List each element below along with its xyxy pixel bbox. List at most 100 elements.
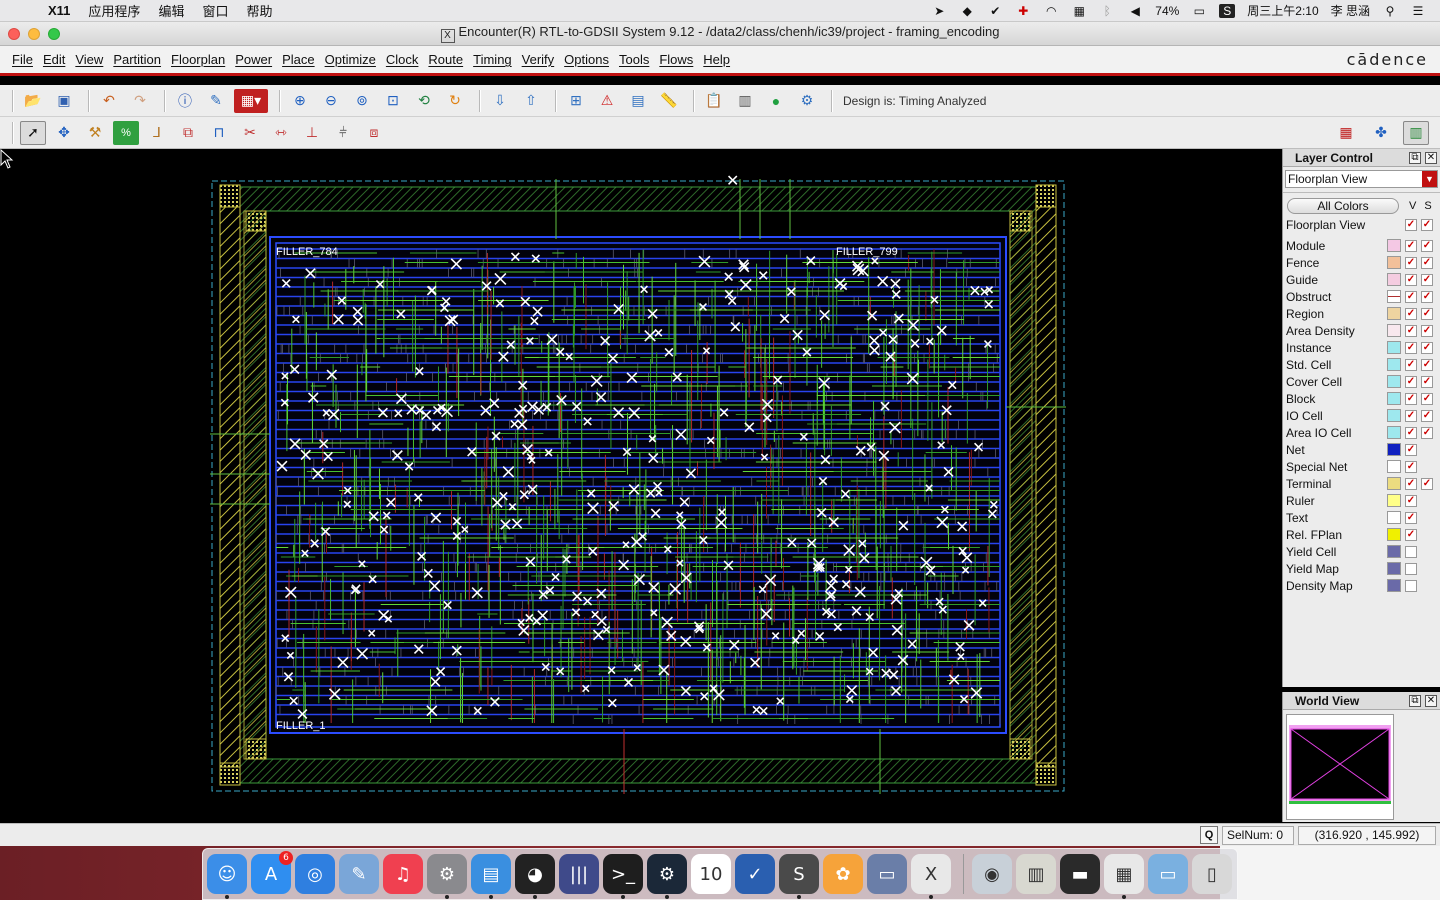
terminal-icon[interactable]: >_ [603,854,643,899]
hierarchy-up-icon[interactable]: ⇧ [518,89,544,113]
layer-row[interactable]: Ruler ✓ [1283,492,1440,509]
reminders-icon[interactable]: ✓ [735,854,775,894]
menu-options[interactable]: Options [564,52,609,67]
layer-row[interactable]: Obstruct ✓ ✓ [1283,288,1440,305]
layer-row[interactable]: Text ✓ [1283,509,1440,526]
undo-icon[interactable]: ↶ [96,89,122,113]
zoom-area-icon[interactable]: ⊚ [349,89,375,113]
layer-color-swatch[interactable] [1387,290,1401,303]
align-icon[interactable]: ⊓ [206,121,232,145]
redraw-icon[interactable]: ↻ [442,89,468,113]
layer-selectable-checkbox[interactable]: ✓ [1421,273,1433,286]
preview-icon[interactable]: ✎ [339,854,379,894]
layer-visible-checkbox[interactable]: ✓ [1405,409,1417,422]
layer-visible-checkbox[interactable]: ✓ [1405,341,1417,354]
redo-icon[interactable]: ↷ [127,89,153,113]
menu-applications[interactable]: 应用程序 [88,1,140,20]
layer-visible-checkbox[interactable]: ✓ [1405,256,1417,269]
system-preferences-icon[interactable]: ⚙ [427,854,467,899]
archive-icon[interactable]: ▥ [1016,854,1056,894]
layer-color-swatch[interactable] [1387,562,1401,575]
calendar-icon[interactable]: 10 [691,854,731,894]
close-icon[interactable]: ✕ [1425,151,1437,164]
layer-visible-checkbox[interactable]: ✓ [1405,426,1417,439]
activity-monitor-icon[interactable]: ▤ [471,854,511,899]
menu-edit[interactable]: Edit [43,52,65,67]
hierarchy-down-icon[interactable]: ⇩ [487,89,513,113]
layer-color-swatch[interactable] [1387,545,1401,558]
volume-icon[interactable]: ◀ [1127,4,1143,18]
menu-power[interactable]: Power [235,52,272,67]
menu-timing[interactable]: Timing [473,52,512,67]
menu-flows[interactable]: Flows [659,52,693,67]
clock[interactable]: 周三上午2:10 [1247,2,1318,19]
layer-visible-checkbox[interactable]: ✓ [1405,511,1417,524]
layer-color-swatch[interactable] [1387,256,1401,269]
finder-icon[interactable]: ☺ [207,854,247,899]
layer-visible-checkbox[interactable]: ✓ [1405,290,1417,303]
layer-visible-checkbox[interactable] [1405,545,1417,558]
chevron-down-icon[interactable]: ▼ [1422,171,1437,187]
save-icon[interactable]: ▣ [51,89,77,113]
menu-route[interactable]: Route [428,52,463,67]
layer-row[interactable]: Fence ✓ ✓ [1283,254,1440,271]
layer-selectable-checkbox[interactable]: ✓ [1421,307,1433,320]
layer-color-swatch[interactable] [1387,511,1401,524]
layer-selectable-checkbox[interactable]: ✓ [1421,341,1433,354]
layout-drawing[interactable]: ✕ FILLER_784 FILLER_799 FILLER_1 [0,149,1280,822]
app-store-icon[interactable]: A6 [251,851,293,894]
layout-view-icon[interactable]: ▤ [625,89,651,113]
info-icon[interactable]: ⓘ [172,89,198,113]
color-pick-icon[interactable]: ✎ [203,89,229,113]
layer-color-swatch[interactable] [1387,409,1401,422]
layout-canvas[interactable]: ✕ FILLER_784 FILLER_799 FILLER_1 [0,149,1280,822]
query-button[interactable]: Q [1200,826,1218,844]
photos-icon[interactable]: ✿ [823,854,863,894]
menu-edit-cn[interactable]: 编辑 [158,1,184,20]
layer-color-swatch[interactable] [1387,460,1401,473]
snap-icon[interactable]: ⫩ [330,121,356,145]
layer-selectable-checkbox[interactable]: ✓ [1421,218,1433,231]
layer-selectable-checkbox[interactable]: ✓ [1421,358,1433,371]
spacing-icon[interactable]: ⇿ [268,121,294,145]
layer-selectable-checkbox[interactable]: ✓ [1421,477,1433,490]
layer-visible-checkbox[interactable]: ✓ [1405,239,1417,252]
layer-row[interactable]: Density Map [1283,577,1440,594]
send-icon[interactable]: ➤ [931,4,947,18]
wire-edit-icon[interactable]: ⚒ [82,121,108,145]
menu-clock[interactable]: Clock [386,52,419,67]
layer-color-swatch[interactable] [1387,358,1401,371]
layer-row[interactable]: Instance ✓ ✓ [1283,339,1440,356]
cut-icon[interactable]: ✂ [237,121,263,145]
flip-icon[interactable]: ⧈ [361,121,387,145]
menu-view[interactable]: View [75,52,103,67]
layer-selectable-checkbox[interactable]: ✓ [1421,290,1433,303]
menu-optimize[interactable]: Optimize [325,52,376,67]
layer-row[interactable]: Module ✓ ✓ [1283,237,1440,254]
layer-row[interactable]: Terminal ✓ ✓ [1283,475,1440,492]
zoom-previous-icon[interactable]: ⟲ [411,89,437,113]
layer-selectable-checkbox[interactable]: ✓ [1421,239,1433,252]
layer-row[interactable]: Area IO Cell ✓ ✓ [1283,424,1440,441]
bluetooth-icon[interactable]: ᛒ [1099,4,1115,18]
layer-visible-checkbox[interactable] [1405,562,1417,575]
layer-color-swatch[interactable] [1387,307,1401,320]
percent-icon[interactable]: % [113,120,139,145]
move-icon[interactable]: ✥ [51,121,77,145]
layer-visible-checkbox[interactable]: ✓ [1405,375,1417,388]
layer-selectable-checkbox[interactable]: ✓ [1421,392,1433,405]
image-capture-icon[interactable]: ▭ [867,854,907,894]
check-circle-icon[interactable]: ✔ [987,4,1003,18]
layer-row[interactable]: Block ✓ ✓ [1283,390,1440,407]
layer-color-swatch[interactable] [1387,426,1401,439]
layer-row[interactable]: Special Net ✓ [1283,458,1440,475]
keyboard-icon[interactable]: ▦ [1071,4,1087,18]
amoeba-view-button[interactable]: ✤ [1368,121,1394,145]
layer-row[interactable]: Std. Cell ✓ ✓ [1283,356,1440,373]
zoom-in-icon[interactable]: ⊕ [287,89,313,113]
physical-view-button[interactable]: ▥ [1403,120,1429,145]
globe-icon[interactable]: ● [763,89,789,113]
pattern-palette-icon[interactable]: ▦▾ [234,88,268,113]
select-arrow-icon[interactable]: ➚ [20,120,46,145]
layer-color-swatch[interactable] [1387,375,1401,388]
